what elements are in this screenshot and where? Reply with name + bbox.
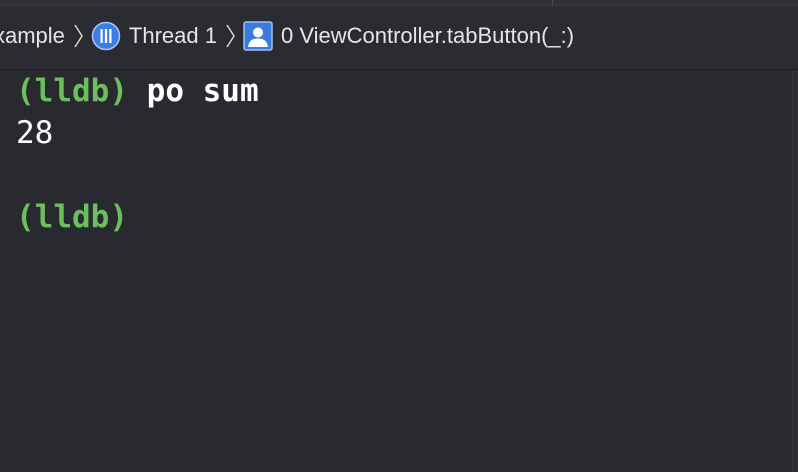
- jump-bar: xample Thread 1 0 ViewController.tabButt…: [0, 0, 798, 70]
- breadcrumb-item-thread[interactable]: Thread 1: [129, 23, 217, 49]
- stack-frame-user-icon: [243, 21, 273, 51]
- console-line: (lldb) po sum: [16, 70, 786, 112]
- debug-console-window: xample Thread 1 0 ViewController.tabButt…: [0, 0, 798, 472]
- breadcrumb: xample Thread 1 0 ViewController.tabButt…: [0, 18, 574, 54]
- console-line[interactable]: (lldb): [16, 196, 786, 238]
- console-command: po sum: [146, 73, 259, 109]
- breadcrumb-item-project[interactable]: xample: [0, 23, 65, 49]
- lldb-prompt: (lldb): [16, 73, 128, 109]
- lldb-prompt: (lldb): [16, 199, 128, 235]
- scrollbar-gutter[interactable]: [792, 70, 798, 472]
- console-line: 28: [16, 112, 786, 154]
- lldb-console[interactable]: (lldb) po sum 28 (lldb): [16, 70, 786, 470]
- thread-icon: [91, 21, 121, 51]
- chevron-right-icon: [221, 21, 239, 51]
- chevron-right-icon: [69, 21, 87, 51]
- jump-bar-top-strip: [0, 0, 798, 6]
- strip-divider: [552, 0, 553, 6]
- breadcrumb-item-stack-frame[interactable]: 0 ViewController.tabButton(_:): [281, 23, 574, 49]
- console-output: 28: [16, 115, 54, 151]
